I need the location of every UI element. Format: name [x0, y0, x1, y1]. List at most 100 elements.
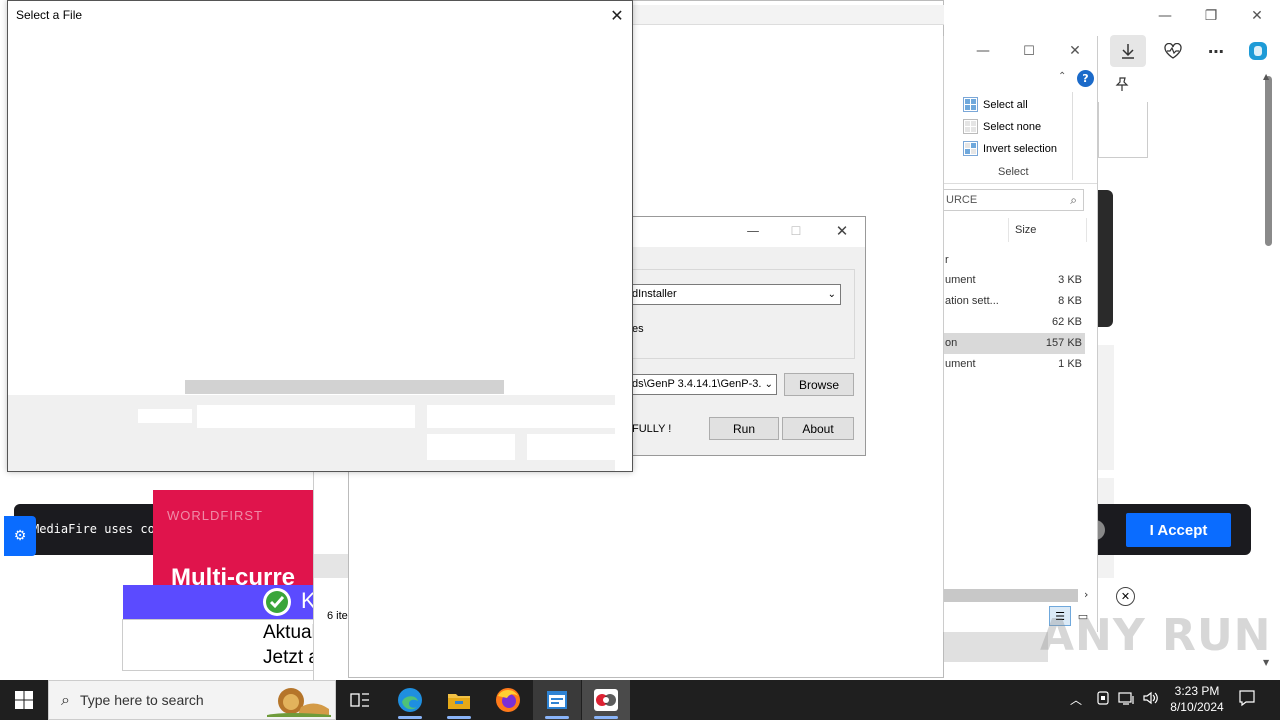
- explorer-minimize-button[interactable]: —: [960, 40, 1006, 62]
- installer-app-icon[interactable]: [533, 680, 581, 720]
- select-all-label: Select all: [983, 98, 1028, 111]
- more-icon[interactable]: ⋯: [1198, 35, 1234, 67]
- select-all-button[interactable]: Select all: [963, 97, 1028, 112]
- edge-icon[interactable]: [386, 680, 434, 720]
- pin-icon[interactable]: [1104, 68, 1140, 100]
- ribbon-collapse-icon[interactable]: ⌃: [1058, 71, 1066, 82]
- file-name-cell[interactable]: ument: [945, 274, 976, 286]
- explorer-row-highlight: [314, 554, 350, 578]
- file-type-select[interactable]: [427, 405, 615, 428]
- start-button[interactable]: [0, 680, 48, 720]
- scroll-up-icon[interactable]: ▲: [1263, 72, 1269, 81]
- file-size-cell: 62 KB: [1052, 316, 1082, 328]
- select-none-icon: [963, 119, 978, 134]
- run-button[interactable]: Run: [709, 417, 779, 440]
- chevron-up-icon[interactable]: ︿: [1070, 691, 1082, 708]
- dialog-loading-bar: [185, 380, 504, 394]
- file-size-cell: 3 KB: [1058, 274, 1082, 286]
- background-window-header: [632, 5, 944, 25]
- explorer-status-text: 6 ite: [327, 610, 348, 622]
- active-indicator: [398, 716, 422, 719]
- explorer-hscroll-thumb[interactable]: [944, 589, 1078, 602]
- genp-option-text: es: [632, 323, 644, 335]
- page-footer-block: [944, 632, 1048, 662]
- open-button[interactable]: [427, 434, 515, 460]
- device-icon[interactable]: [1095, 690, 1111, 709]
- path-value: ds\GenP 3.4.14.1\GenP-3.: [632, 378, 762, 390]
- search-placeholder: Type here to search: [79, 692, 204, 708]
- side-panel: [1098, 102, 1148, 158]
- column-divider[interactable]: [1008, 218, 1009, 242]
- active-indicator: [594, 716, 618, 719]
- about-button[interactable]: About: [782, 417, 854, 440]
- firefox-icon[interactable]: [484, 680, 532, 720]
- watermark: ANY RUN: [1040, 610, 1272, 661]
- taskbar-search[interactable]: ⌕ Type here to search: [48, 680, 336, 720]
- select-none-label: Select none: [983, 120, 1042, 133]
- file-size-cell: 1 KB: [1058, 358, 1082, 370]
- file-name-cell[interactable]: ation sett...: [945, 295, 999, 307]
- genp-close-button[interactable]: ✕: [827, 220, 857, 242]
- cancel-button[interactable]: [527, 434, 615, 460]
- ribbon-group-label: Select: [998, 166, 1029, 178]
- invert-selection-label: Invert selection: [983, 142, 1057, 155]
- genp-maximize-button: ☐: [790, 224, 802, 238]
- file-name-label-placeholder: [138, 409, 192, 423]
- ribbon-bottom-border: [944, 183, 1097, 184]
- installer-select-value: dInstaller: [632, 288, 677, 300]
- file-explorer-icon[interactable]: [435, 680, 483, 720]
- cookie-settings-icon[interactable]: ⚙: [4, 516, 36, 556]
- clock-date: 8/10/2024: [1170, 700, 1224, 714]
- download-icon[interactable]: [1110, 35, 1146, 67]
- browser-restore-button[interactable]: ❐: [1188, 4, 1234, 28]
- chevron-down-icon: ⌄: [827, 289, 836, 300]
- file-name-cell[interactable]: ument: [945, 358, 976, 370]
- genp-app-icon[interactable]: [582, 680, 630, 720]
- help-icon[interactable]: ?: [1077, 70, 1094, 87]
- ad-close-icon[interactable]: ✕: [1116, 587, 1135, 606]
- invert-selection-button[interactable]: Invert selection: [963, 141, 1057, 156]
- copilot-icon[interactable]: [1240, 35, 1276, 67]
- clock[interactable]: 3:23 PM 8/10/2024: [1164, 684, 1230, 714]
- column-divider[interactable]: [1086, 218, 1087, 242]
- browser-minimize-button[interactable]: —: [1142, 4, 1188, 28]
- search-icon: ⌕: [61, 690, 70, 709]
- file-name-cell[interactable]: on: [945, 337, 957, 349]
- active-indicator: [545, 716, 569, 719]
- task-view-icon[interactable]: [336, 680, 384, 720]
- genp-minimize-button[interactable]: —: [738, 220, 768, 242]
- installer-select[interactable]: dInstaller ⌄: [632, 284, 841, 305]
- accept-cookies-button[interactable]: I Accept: [1126, 513, 1231, 547]
- ad-blue-bar[interactable]: K: [123, 585, 323, 619]
- browser-close-button[interactable]: ✕: [1234, 4, 1280, 28]
- genp-group-box: [632, 269, 855, 359]
- page-sidebar-block: [1098, 345, 1114, 470]
- invert-selection-icon: [963, 141, 978, 156]
- select-none-button[interactable]: Select none: [963, 119, 1041, 134]
- explorer-maximize-button[interactable]: ☐: [1006, 40, 1052, 62]
- explorer-close-button[interactable]: ✕: [1052, 40, 1098, 62]
- path-select[interactable]: ds\GenP 3.4.14.1\GenP-3. ⌄: [632, 374, 777, 395]
- file-size-cell: 8 KB: [1058, 295, 1082, 307]
- search-text: URCE: [946, 194, 978, 206]
- file-name-input[interactable]: [197, 405, 415, 428]
- genp-status-text: FULLY !: [632, 423, 672, 435]
- dialog-close-button[interactable]: ✕: [604, 4, 630, 26]
- check-icon: [263, 588, 291, 616]
- explorer-left-edge: 6 ite: [313, 472, 350, 680]
- scroll-right-icon[interactable]: ›: [1084, 588, 1088, 601]
- scrollbar-thumb[interactable]: [1265, 76, 1272, 246]
- network-icon[interactable]: [1118, 690, 1136, 709]
- active-indicator: [447, 716, 471, 719]
- select-all-icon: [963, 97, 978, 112]
- column-header-size[interactable]: Size: [1015, 224, 1036, 236]
- explorer-search-box[interactable]: URCE ⌕: [944, 189, 1084, 211]
- lion-icon: [267, 685, 331, 717]
- volume-icon[interactable]: [1142, 690, 1160, 709]
- file-size-cell: 157 KB: [1045, 337, 1082, 349]
- ribbon-divider: [1072, 92, 1073, 180]
- browse-button[interactable]: Browse: [784, 373, 854, 396]
- heart-pulse-icon[interactable]: [1155, 35, 1191, 67]
- notifications-icon[interactable]: [1238, 689, 1256, 710]
- file-name-cell[interactable]: r: [945, 254, 949, 266]
